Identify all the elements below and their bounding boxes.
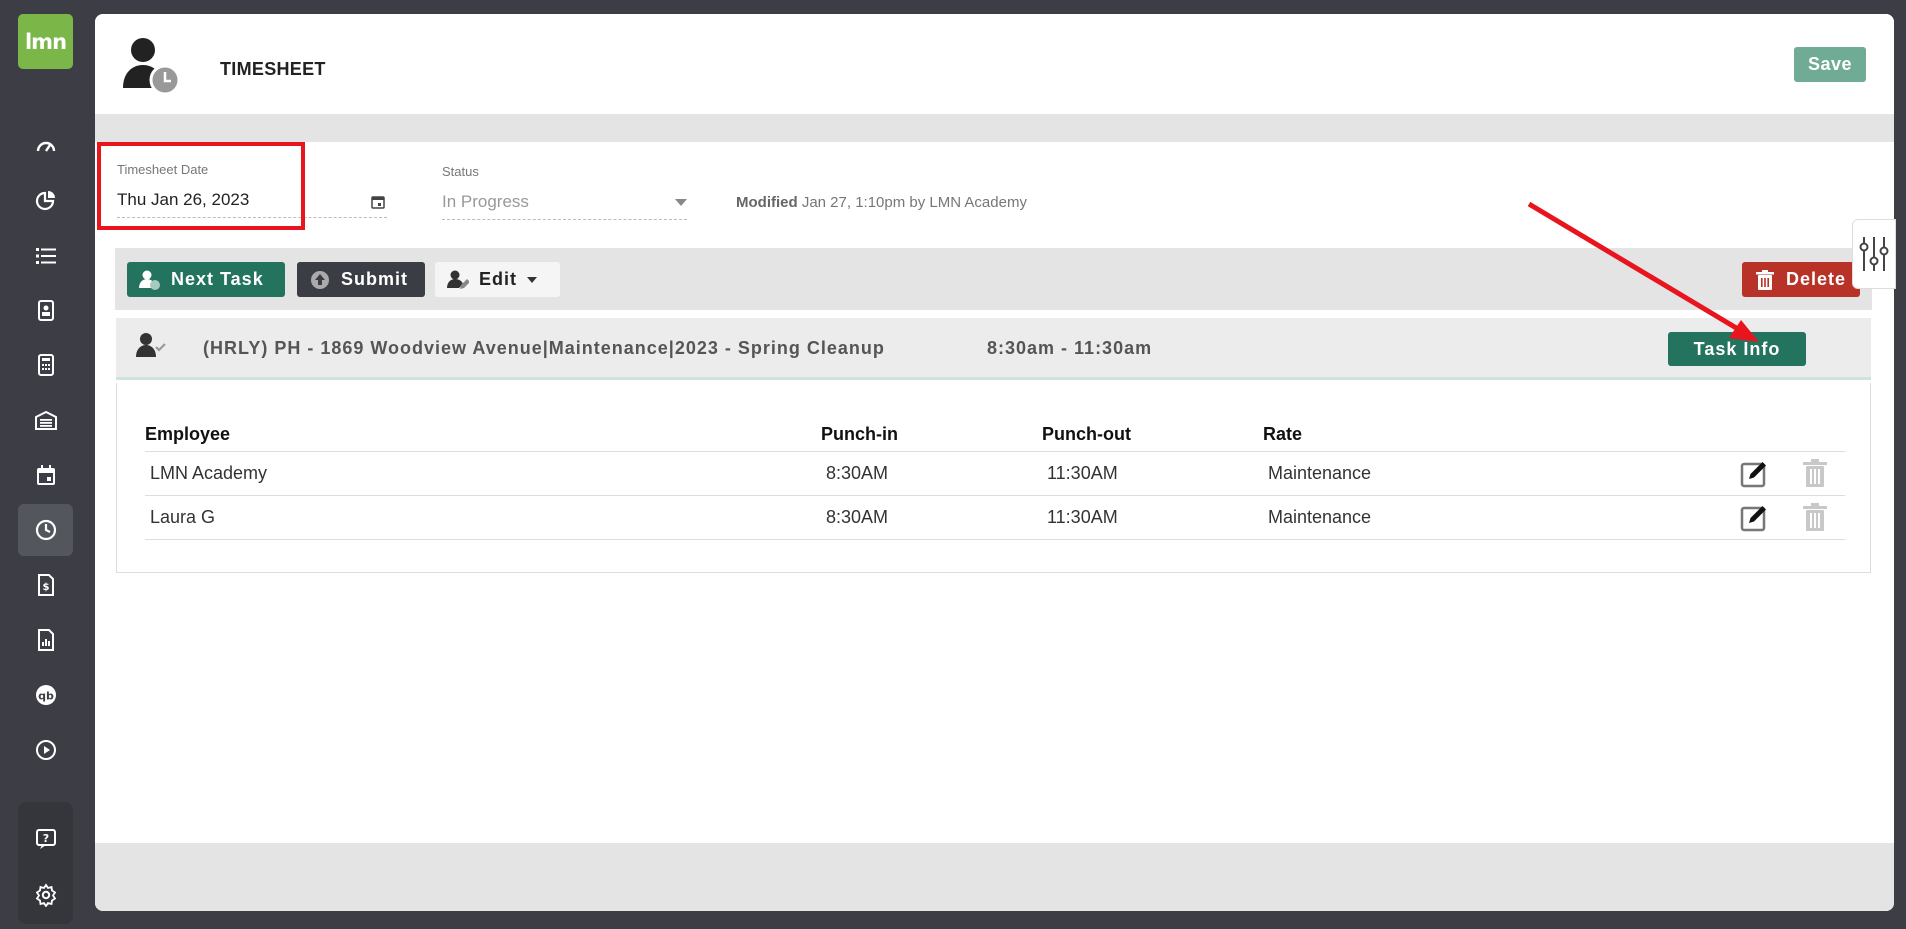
svg-text:qb: qb [38, 690, 54, 703]
app-logo[interactable]: lmn [18, 14, 73, 69]
save-button[interactable]: Save [1794, 47, 1866, 82]
edit-icon [1740, 506, 1766, 532]
sidebar-item-settings[interactable] [18, 869, 73, 921]
filter-settings-handle[interactable] [1852, 219, 1896, 289]
modified-text: Jan 27, 1:10pm by LMN Academy [801, 194, 1027, 211]
header-punch-out: Punch-out [1042, 419, 1263, 452]
table-header-row: Employee Punch-in Punch-out Rate [145, 419, 1845, 452]
trash-icon [1803, 503, 1827, 531]
edit-dropdown-button[interactable]: Edit [435, 262, 560, 297]
header-divider [95, 114, 1894, 142]
user-check-icon [136, 333, 166, 357]
next-task-button[interactable]: Next Task [127, 262, 285, 297]
sidebar-item-invoices[interactable]: $ [18, 559, 73, 611]
employee-name: LMN Academy [145, 451, 821, 496]
sidebar-item-warehouse[interactable] [18, 394, 73, 446]
warehouse-icon [34, 410, 57, 430]
pie-chart-icon [35, 191, 55, 211]
user-clock-icon [139, 270, 160, 290]
user-edit-icon [447, 270, 469, 289]
svg-text:?: ? [42, 832, 48, 845]
next-task-label: Next Task [171, 269, 264, 289]
sidebar: lmn $ qb ? [0, 0, 92, 929]
sidebar-item-dashboard[interactable] [18, 121, 73, 173]
sidebar-item-schedule[interactable] [18, 449, 73, 501]
svg-text:$: $ [42, 582, 49, 593]
chevron-down-icon[interactable] [675, 199, 687, 206]
punch-in: 8:30AM [821, 451, 1042, 496]
task-title: (HRLY) PH - 1869 Woodview Avenue|Mainten… [203, 338, 885, 358]
task-time-range: 8:30am - 11:30am [987, 338, 1153, 358]
sidebar-item-quickbooks[interactable]: qb [18, 669, 73, 721]
employee-table: Employee Punch-in Punch-out Rate LMN Aca… [145, 419, 1845, 540]
arrow-up-circle-icon [311, 270, 329, 289]
sidebar-item-videos[interactable] [18, 724, 73, 776]
play-icon [35, 740, 56, 760]
calendar-picker-icon[interactable] [371, 195, 385, 209]
status-value[interactable]: In Progress [442, 192, 529, 212]
report-icon [37, 629, 54, 651]
punch-out: 11:30AM [1042, 495, 1263, 540]
page-header: TIMESHEET Save [95, 14, 1894, 114]
gear-icon [35, 883, 56, 907]
table-row: LMN Academy 8:30AM 11:30AM Maintenance [145, 451, 1845, 496]
calendar-icon [36, 465, 55, 485]
delete-label: Delete [1786, 269, 1847, 289]
sidebar-item-jobs[interactable] [18, 284, 73, 336]
header-employee: Employee [145, 419, 821, 452]
submit-button[interactable]: Submit [297, 262, 425, 297]
clipboard-icon [37, 300, 54, 321]
edit-row-button[interactable] [1725, 495, 1785, 540]
delete-row-button[interactable] [1785, 451, 1845, 496]
edit-icon [1740, 462, 1766, 488]
invoice-icon: $ [37, 574, 54, 596]
help-icon: ? [35, 829, 56, 849]
gauge-icon [36, 141, 55, 152]
sidebar-item-reports[interactable] [18, 175, 73, 227]
footer-band [95, 843, 1894, 911]
sliders-icon [1859, 237, 1889, 271]
header-rate: Rate [1263, 419, 1725, 452]
page-title: TIMESHEET [220, 59, 326, 79]
main-panel: TIMESHEET Save Timesheet Date Thu Jan 26… [95, 14, 1894, 911]
status-dropdown[interactable]: Status In Progress [442, 164, 687, 220]
rate: Maintenance [1263, 451, 1725, 496]
clock-icon [35, 519, 56, 541]
punch-out: 11:30AM [1042, 451, 1263, 496]
punch-in: 8:30AM [821, 495, 1042, 540]
table-row: Laura G 8:30AM 11:30AM Maintenance [145, 495, 1845, 540]
trash-icon [1803, 459, 1827, 487]
modified-info: Modified Jan 27, 1:10pm by LMN Academy [736, 194, 1027, 211]
logo-text: lmn [24, 29, 67, 54]
status-underline [442, 219, 687, 220]
delete-row-button[interactable] [1785, 495, 1845, 540]
rate: Maintenance [1263, 495, 1725, 540]
sidebar-item-list[interactable] [18, 230, 73, 282]
list-icon [35, 248, 56, 264]
header-punch-in: Punch-in [821, 419, 1042, 452]
edit-row-button[interactable] [1725, 451, 1785, 496]
employee-name: Laura G [145, 495, 821, 540]
chevron-down-icon [527, 276, 537, 283]
task-body: Employee Punch-in Punch-out Rate LMN Aca… [116, 383, 1871, 573]
calculator-icon [37, 354, 54, 376]
sidebar-item-timesheets[interactable] [18, 504, 73, 556]
sidebar-item-help[interactable]: ? [18, 813, 73, 865]
timesheet-user-icon [123, 38, 181, 94]
submit-label: Submit [341, 269, 408, 289]
modified-label: Modified [736, 194, 798, 211]
edit-label: Edit [479, 269, 517, 289]
quickbooks-icon: qb [35, 685, 56, 705]
annotation-highlight-box [97, 142, 305, 230]
annotation-arrow [1527, 201, 1759, 342]
sidebar-item-estimates[interactable] [18, 339, 73, 391]
status-label: Status [442, 164, 479, 179]
sidebar-item-documents[interactable] [18, 614, 73, 666]
